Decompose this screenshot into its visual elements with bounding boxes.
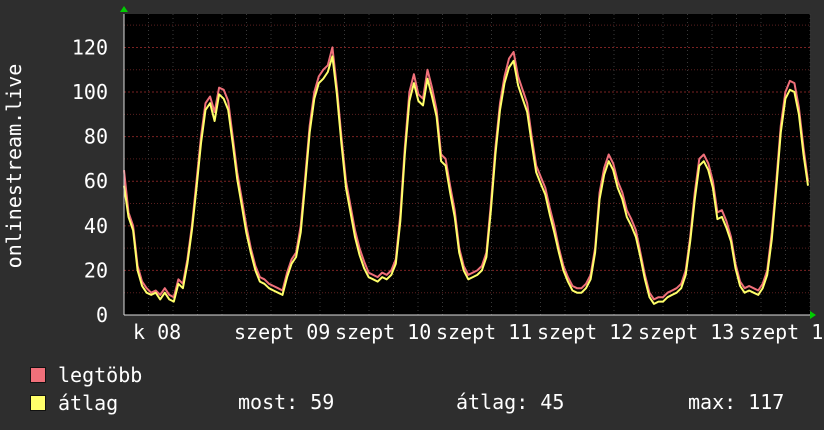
x-tick-label: szept 09 bbox=[234, 320, 330, 344]
y-axis-ticks: 0 20 40 60 80 100 120 bbox=[72, 35, 108, 327]
y-tick-label: 60 bbox=[84, 169, 108, 193]
legend-swatch-max bbox=[30, 367, 46, 383]
x-axis-ticks: k 08 szept 09 szept 10 szept 11 szept 12 szep… bbox=[133, 320, 824, 344]
legend-label-max: legtöbb bbox=[58, 363, 143, 387]
y-tick-label: 80 bbox=[84, 125, 108, 149]
x-tick-label: szept 14 bbox=[739, 320, 824, 344]
y-tick-label: 40 bbox=[84, 214, 108, 238]
legend-item-avg: átlag bbox=[30, 391, 119, 415]
y-tick-label: 0 bbox=[96, 303, 108, 327]
x-tick-label: szept 12 bbox=[537, 320, 633, 344]
x-axis-arrow-icon bbox=[810, 311, 816, 319]
x-tick-label: k 08 bbox=[133, 320, 181, 344]
legend-swatch-avg bbox=[30, 395, 46, 411]
y-tick-label: 100 bbox=[72, 80, 108, 104]
x-tick-label: szept 11 bbox=[436, 320, 532, 344]
y-axis-label: onlinestream.live bbox=[2, 63, 26, 269]
x-tick-label: szept 10 bbox=[335, 320, 431, 344]
stat-now: most: 59 bbox=[238, 390, 335, 414]
legend-item-max: legtöbb bbox=[30, 363, 143, 387]
stat-average: átlag: 45 bbox=[456, 390, 565, 414]
plot-area bbox=[124, 14, 810, 315]
y-tick-label: 20 bbox=[84, 258, 108, 282]
stat-max: max: 117 bbox=[688, 390, 785, 414]
x-tick-label: szept 13 bbox=[638, 320, 734, 344]
y-tick-label: 120 bbox=[72, 35, 108, 59]
y-axis-arrow-icon bbox=[120, 6, 128, 12]
legend-label-avg: átlag bbox=[58, 391, 119, 415]
